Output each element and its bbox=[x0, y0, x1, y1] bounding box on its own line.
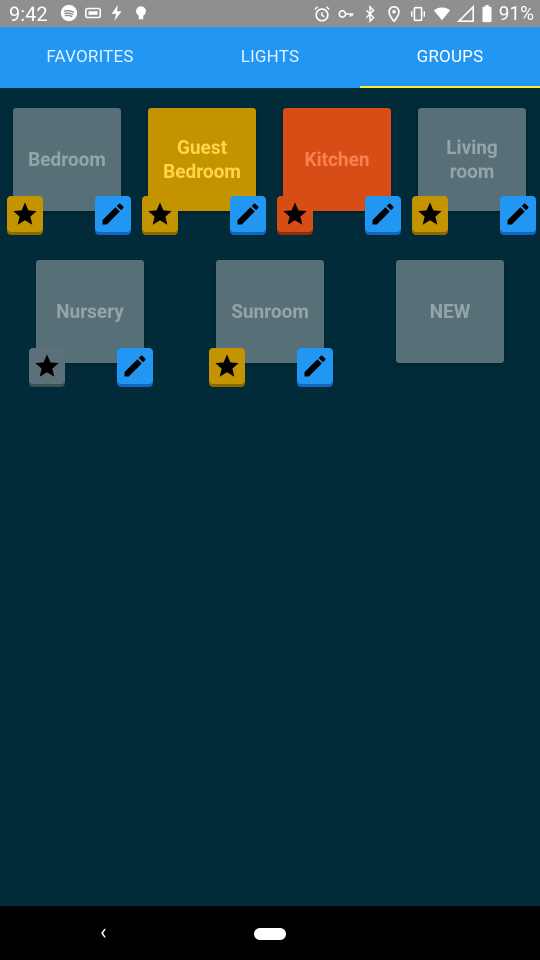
star-icon bbox=[146, 200, 174, 228]
new-group-tile[interactable]: NEW bbox=[396, 260, 504, 363]
vibrate-icon bbox=[409, 5, 427, 23]
tab-bar: FAVORITES LIGHTS GROUPS bbox=[0, 27, 540, 88]
group-label: Living room bbox=[446, 135, 498, 183]
edit-button-kitchen[interactable] bbox=[365, 196, 401, 232]
battery-icon bbox=[481, 5, 493, 23]
star-icon bbox=[416, 200, 444, 228]
favorite-toggle-sunroom[interactable] bbox=[209, 348, 245, 384]
favorite-toggle-kitchen[interactable] bbox=[277, 196, 313, 232]
star-icon bbox=[281, 200, 309, 228]
battery-percent: 91% bbox=[498, 2, 534, 25]
pencil-icon bbox=[234, 200, 262, 228]
tab-lights[interactable]: LIGHTS bbox=[180, 27, 360, 88]
edit-button-living-room[interactable] bbox=[500, 196, 536, 232]
new-group-label: NEW bbox=[429, 299, 471, 323]
wifi-icon bbox=[433, 5, 451, 23]
favorite-toggle-guest-bedroom[interactable] bbox=[142, 196, 178, 232]
status-time: 9:42 bbox=[9, 2, 48, 26]
favorite-toggle-living-room[interactable] bbox=[412, 196, 448, 232]
edit-button-bedroom[interactable] bbox=[95, 196, 131, 232]
tab-favorites[interactable]: FAVORITES bbox=[0, 27, 180, 88]
bluetooth-icon bbox=[361, 5, 379, 23]
pencil-icon bbox=[369, 200, 397, 228]
pencil-icon bbox=[99, 200, 127, 228]
group-label: Guest Bedroom bbox=[163, 135, 241, 183]
group-label: Sunroom bbox=[231, 299, 309, 323]
status-bar: 9:42 91% bbox=[0, 0, 540, 27]
pencil-icon bbox=[504, 200, 532, 228]
signal-icon bbox=[456, 4, 475, 23]
alarm-icon bbox=[313, 5, 331, 23]
flash-icon bbox=[108, 4, 126, 22]
group-label: Nursery bbox=[56, 299, 124, 323]
home-pill-button[interactable] bbox=[254, 928, 286, 940]
tab-groups[interactable]: GROUPS bbox=[360, 27, 540, 88]
favorite-toggle-bedroom[interactable] bbox=[7, 196, 43, 232]
group-label: Kitchen bbox=[304, 147, 370, 171]
pencil-icon bbox=[121, 352, 149, 380]
back-chevron-icon[interactable]: ‹ bbox=[100, 921, 120, 945]
star-icon bbox=[213, 352, 241, 380]
edit-button-nursery[interactable] bbox=[117, 348, 153, 384]
cast-icon bbox=[84, 4, 102, 22]
star-icon bbox=[33, 352, 61, 380]
vpn-key-icon bbox=[337, 5, 355, 23]
star-icon bbox=[11, 200, 39, 228]
edit-button-sunroom[interactable] bbox=[297, 348, 333, 384]
group-label: Bedroom bbox=[28, 147, 106, 171]
bulb-icon bbox=[132, 4, 150, 22]
favorite-toggle-nursery[interactable] bbox=[29, 348, 65, 384]
location-icon bbox=[385, 5, 403, 23]
edit-button-guest-bedroom[interactable] bbox=[230, 196, 266, 232]
pencil-icon bbox=[301, 352, 329, 380]
spotify-icon bbox=[60, 4, 78, 22]
